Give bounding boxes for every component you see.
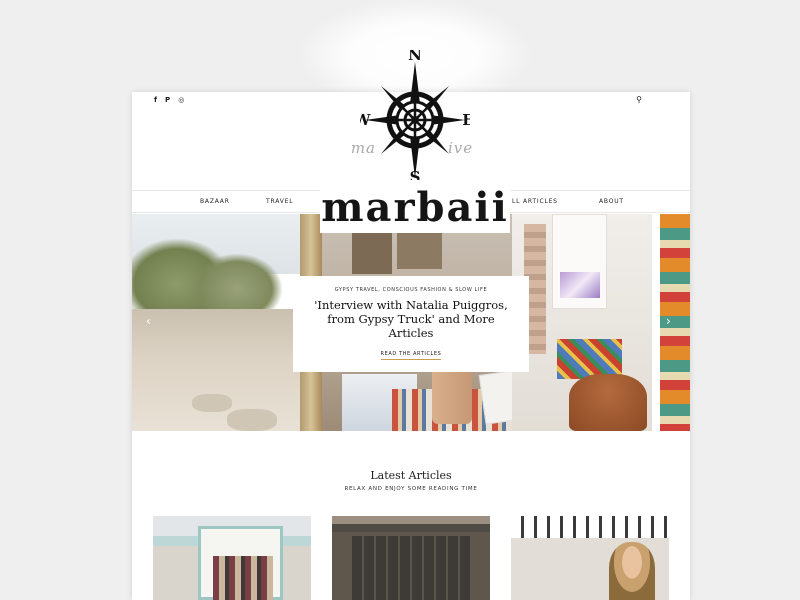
compass-rose-icon: N S E W bbox=[360, 50, 470, 180]
thumbnail-photo-clothes bbox=[213, 556, 273, 600]
slider-next-arrow-icon[interactable]: › bbox=[666, 314, 671, 328]
thumbnail-photo-door bbox=[352, 536, 470, 600]
hero-photo-person bbox=[432, 364, 472, 424]
hero-photo-rock bbox=[227, 409, 277, 431]
search-icon[interactable]: ⚲ bbox=[636, 95, 642, 104]
latest-articles-heading: Latest Articles bbox=[370, 469, 452, 482]
nav-item-all-articles[interactable]: LL ARTICLES bbox=[512, 198, 558, 205]
logo-wordmark: marbaii bbox=[321, 184, 509, 231]
hero-caption-card: GYPSY TRAVEL, CONSCIOUS FASHION & SLOW L… bbox=[293, 276, 529, 372]
nav-item-bazaar[interactable]: BAZAAR bbox=[200, 198, 230, 205]
facebook-icon[interactable]: f bbox=[154, 96, 157, 104]
hero-photo-pouf bbox=[569, 374, 647, 431]
read-articles-link[interactable]: READ THE ARTICLES bbox=[293, 351, 529, 357]
site-logo[interactable]: N S E W marbaii bbox=[315, 30, 515, 235]
hero-category[interactable]: GYPSY TRAVEL, CONSCIOUS FASHION & SLOW L… bbox=[293, 287, 529, 293]
instagram-icon[interactable]: ◎ bbox=[178, 96, 184, 104]
article-thumbnail[interactable] bbox=[153, 516, 311, 600]
latest-articles-subtitle: RELAX AND ENJOY SOME READING TIME bbox=[344, 486, 478, 492]
nav-item-travel[interactable]: TRAVEL bbox=[266, 198, 293, 205]
read-articles-underline bbox=[381, 359, 441, 360]
hero-photo-blanket bbox=[557, 339, 622, 379]
social-links: f P ◎ bbox=[154, 96, 184, 104]
hero-title[interactable]: 'Interview with Natalia Puiggros, from G… bbox=[305, 298, 517, 340]
compass-east: E bbox=[462, 111, 470, 129]
article-thumbnail[interactable] bbox=[511, 516, 669, 600]
nav-item-about[interactable]: ABOUT bbox=[599, 198, 624, 205]
compass-north: N bbox=[408, 50, 422, 64]
thumbnail-photo-railing bbox=[511, 516, 669, 538]
hero-photo-rock bbox=[192, 394, 232, 412]
pinterest-icon[interactable]: P bbox=[165, 96, 170, 104]
hero-photo-painted-door bbox=[660, 214, 690, 431]
compass-south: S bbox=[410, 168, 421, 180]
hero-photo-ground bbox=[132, 309, 307, 431]
thumbnail-photo-person bbox=[609, 542, 655, 600]
compass-west: W bbox=[360, 111, 372, 129]
article-thumbnail[interactable] bbox=[332, 516, 490, 600]
hero-photo-swimwear bbox=[560, 272, 600, 298]
slider-prev-arrow-icon[interactable]: ‹ bbox=[146, 314, 151, 328]
